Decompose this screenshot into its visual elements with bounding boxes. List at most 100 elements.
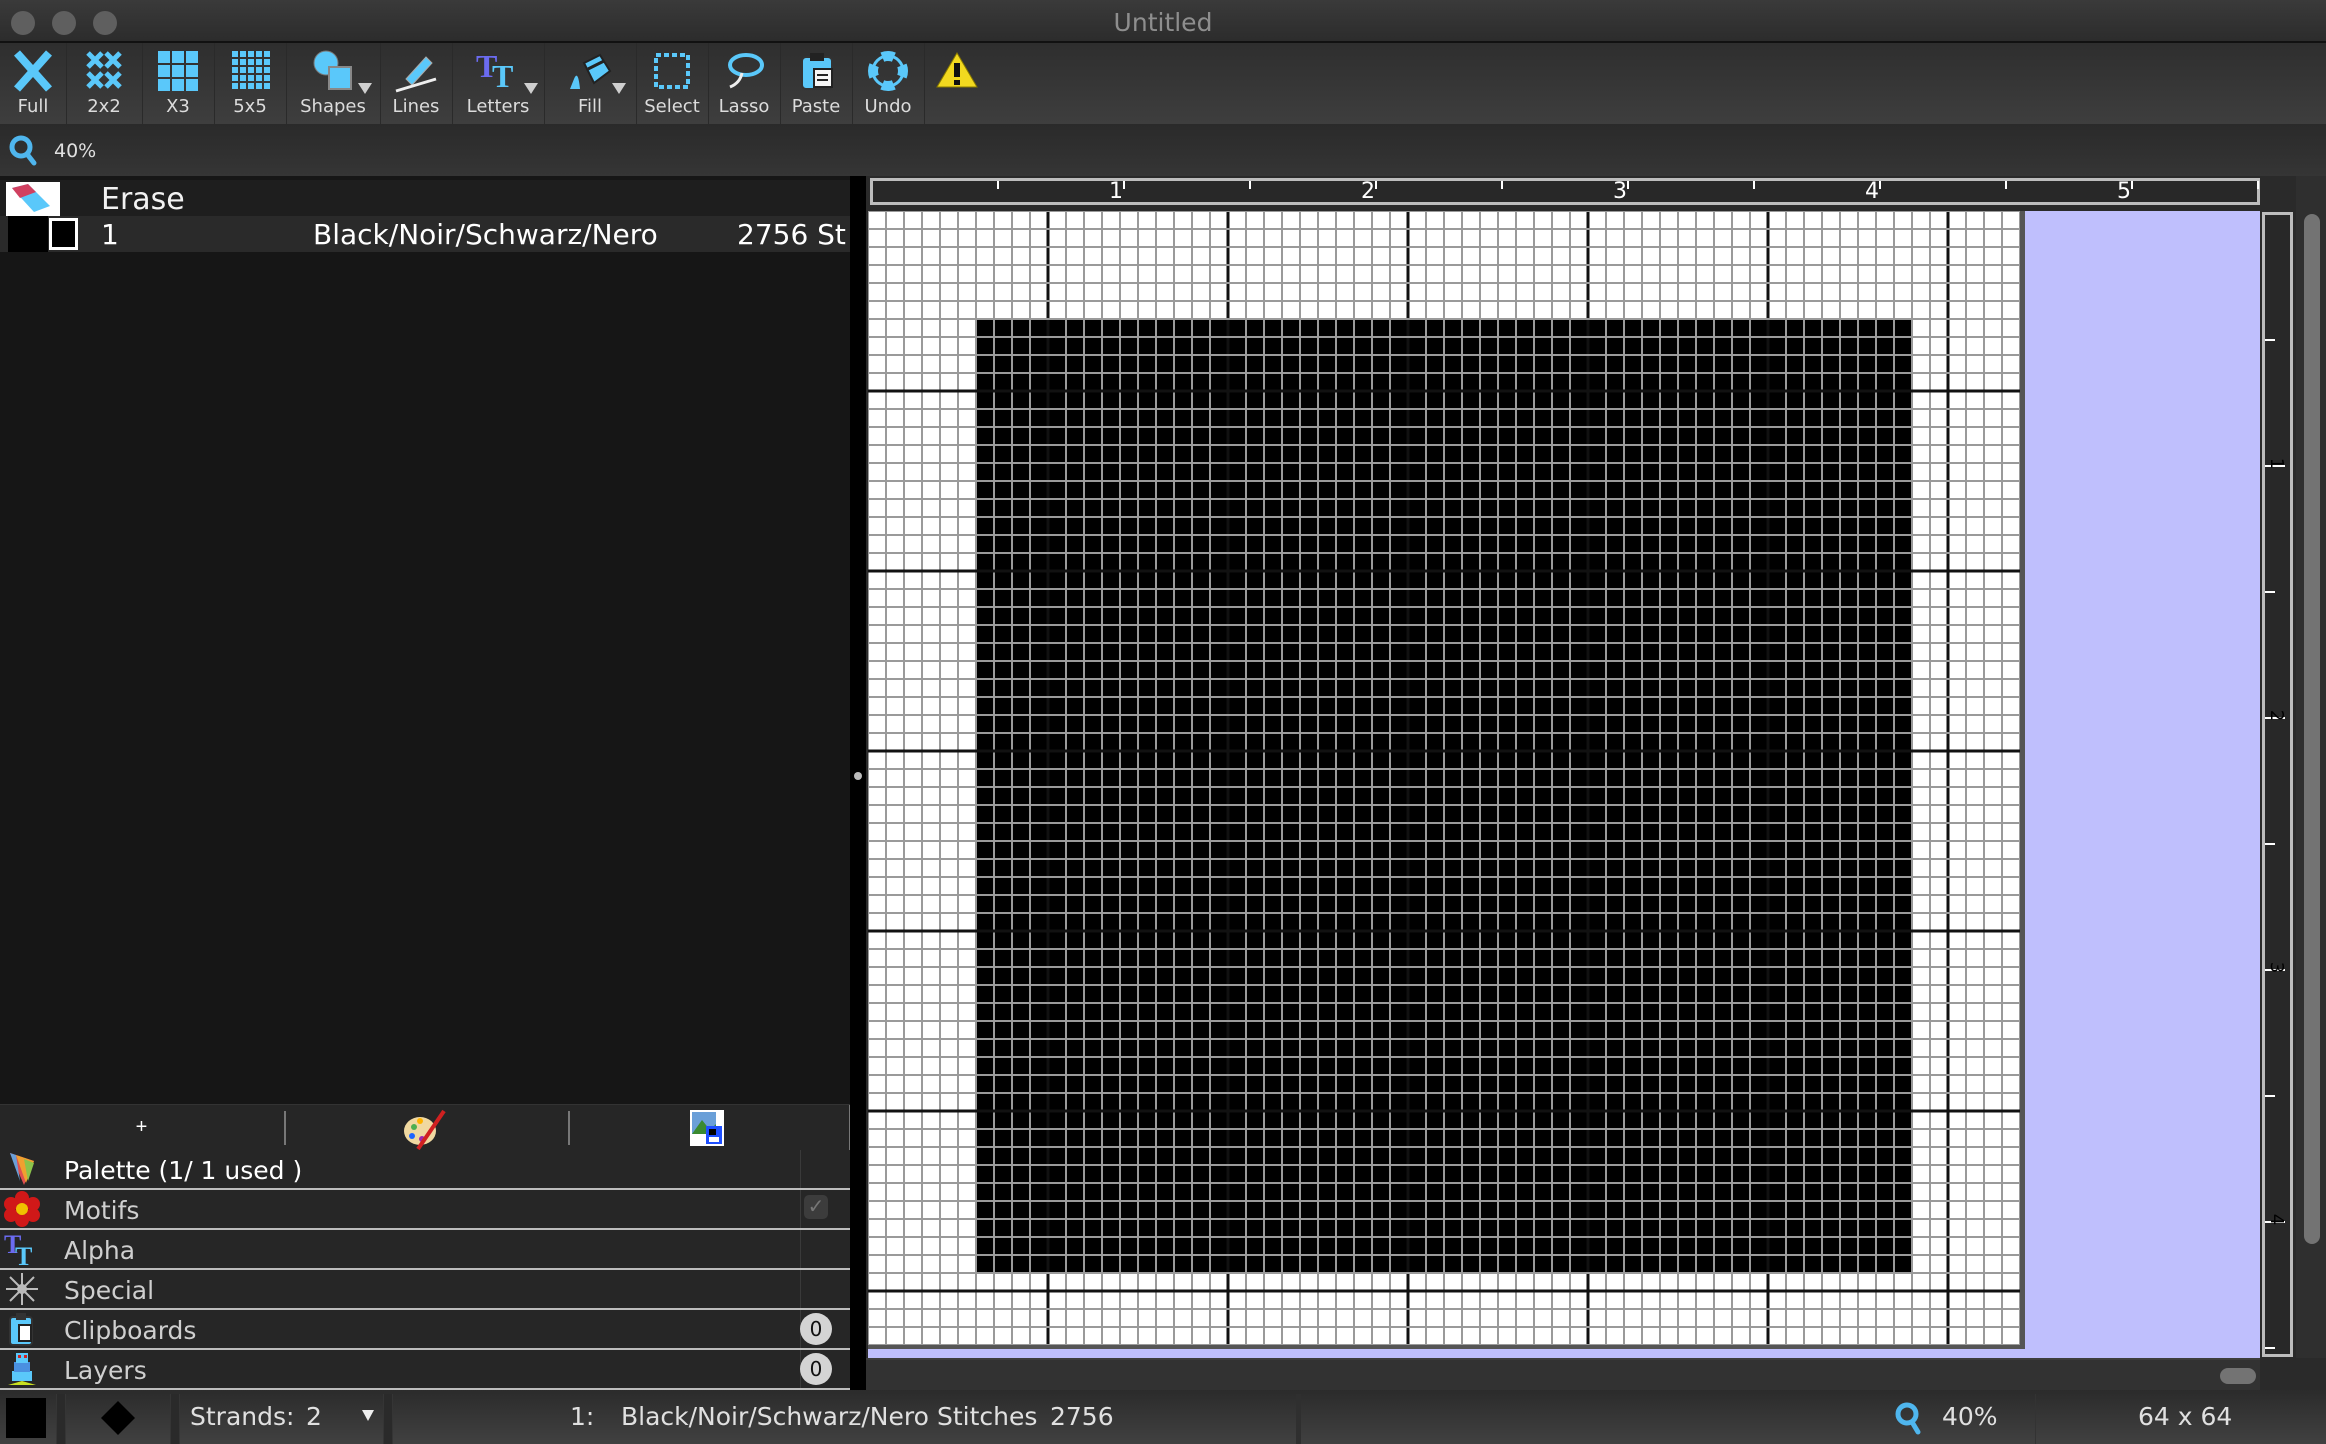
current-color-swatch[interactable] [6, 1398, 46, 1438]
picture-import-icon [692, 1112, 722, 1144]
erase-row[interactable]: Erase [0, 180, 850, 217]
letters-icon: T T [474, 48, 522, 94]
divider [170, 1394, 180, 1444]
section-label: Special [64, 1276, 155, 1305]
ruler-tick [2265, 1347, 2275, 1349]
tool-letters[interactable]: T T Letters [452, 43, 545, 124]
status-zoom-icon[interactable] [1894, 1400, 1926, 1436]
5x5-grid-icon [226, 49, 274, 93]
divider [383, 1394, 393, 1444]
status-stitches-label: Stitches [937, 1402, 1038, 1431]
erase-label: Erase [101, 182, 185, 217]
status-bar: Strands: 2 1: Black/Noir/Schwarz/Nero St… [0, 1390, 2326, 1444]
thread-number: 1 [101, 218, 119, 251]
tool-undo[interactable]: Undo [852, 43, 925, 124]
tool-full[interactable]: Full [0, 43, 67, 124]
section-label: Alpha [64, 1236, 136, 1265]
tool-lasso[interactable]: Lasso [708, 43, 781, 124]
shapes-icon [309, 49, 357, 93]
count-badge: 0 [800, 1353, 832, 1385]
tool-5x5[interactable]: 5x5 [214, 43, 287, 124]
shapes-menu-caret-icon [358, 83, 372, 94]
section-special[interactable]: Special [0, 1270, 850, 1311]
alpha-letters-icon: TT [4, 1230, 40, 1272]
divider [800, 1190, 801, 1228]
image-import-button[interactable] [690, 1110, 724, 1146]
tool-x3[interactable]: X3 [142, 43, 215, 124]
strands-label: Strands: [190, 1402, 295, 1431]
section-palette[interactable]: Palette (1/ 1 used ) [0, 1150, 850, 1191]
special-star-icon [4, 1271, 40, 1312]
thread-name: Black/Noir/Schwarz/Nero [313, 218, 658, 251]
ruler-tick [2265, 339, 2275, 341]
grid-shadow [868, 1345, 2020, 1349]
fill-menu-caret-icon [612, 83, 626, 94]
section-motifs[interactable]: Motifs ✓ [0, 1190, 850, 1231]
vertical-scroll-thumb[interactable] [2304, 214, 2320, 1244]
horizontal-scrollbar[interactable] [866, 1358, 2260, 1392]
thread-panel: Erase 1 Black/Noir/Schwarz/Nero 2756 St … [0, 176, 851, 1391]
section-clipboards[interactable]: Clipboards 0 [0, 1310, 850, 1351]
marquee-select-icon [648, 49, 696, 93]
svg-text:T: T [492, 58, 513, 93]
strands-value[interactable]: 2 [306, 1402, 322, 1431]
strands-dropdown-caret-icon[interactable] [362, 1410, 374, 1421]
zoom-level[interactable]: 40% [54, 140, 96, 162]
splitter-handle[interactable] [854, 772, 862, 780]
tool-paste[interactable]: Paste [780, 43, 853, 124]
paint-palette-icon [404, 1109, 446, 1151]
vertical-ruler: 1 2 3 4 [2262, 212, 2293, 1357]
eraser-icon [6, 182, 60, 216]
tool-select[interactable]: Select [636, 43, 709, 124]
ruler-tick [2131, 181, 2133, 189]
ruler-tick [997, 181, 999, 189]
count-badge: 0 [800, 1313, 832, 1345]
motifs-checkbox[interactable]: ✓ [804, 1195, 828, 1219]
clipboard-paste-icon [792, 49, 840, 93]
palette-editor-button[interactable] [400, 1109, 450, 1156]
ruler-tick [1627, 181, 1629, 189]
ruler-tick [2265, 1095, 2275, 1097]
tool-fill[interactable]: Fill [544, 43, 637, 124]
divider [800, 1270, 801, 1308]
tool-2x2[interactable]: 2x2 [66, 43, 143, 124]
stitch-type-diamond-icon[interactable] [100, 1400, 136, 1436]
stitch-grid[interactable] [868, 211, 2020, 1345]
lasso-icon [720, 49, 768, 93]
ruler-label: 4 [1865, 179, 1879, 204]
ruler-label: 3 [2266, 961, 2288, 974]
thread-stitch-count: 2756 St [737, 218, 846, 251]
vertical-scrollbar[interactable] [2296, 176, 2326, 1358]
divider [568, 1111, 570, 1145]
section-layers[interactable]: Layers 0 [0, 1350, 850, 1391]
ruler-tick [2265, 843, 2275, 845]
horizontal-ruler: 1 2 3 4 5 [870, 178, 2260, 205]
zoom-magnifier-icon[interactable] [8, 134, 38, 166]
grid-shadow [2020, 211, 2025, 1349]
divider [800, 1150, 801, 1188]
letters-menu-caret-icon [524, 83, 538, 94]
divider [1296, 1394, 1301, 1444]
section-label: Palette (1/ 1 used ) [64, 1156, 303, 1185]
thread-color-swatch [8, 216, 48, 252]
clipboards-icon [4, 1311, 40, 1352]
2x2-stitch-icon [80, 49, 128, 93]
x3-grid-icon [154, 49, 202, 93]
ruler-label: 1 [1109, 179, 1123, 204]
thread-row[interactable]: 1 Black/Noir/Schwarz/Nero 2756 St [0, 216, 850, 252]
status-zoom-level: 40% [1942, 1402, 1998, 1431]
tool-lines[interactable]: Lines [380, 43, 453, 124]
horizontal-scroll-thumb[interactable] [2220, 1368, 2256, 1384]
panel-splitter[interactable] [850, 176, 866, 1390]
ruler-tick [1501, 181, 1503, 189]
ruler-tick [1123, 181, 1125, 189]
tool-warning[interactable] [924, 43, 990, 124]
ruler-label: 4 [2266, 1213, 2288, 1226]
zoom-bar: 40% [0, 124, 2326, 176]
panel-button-bar: + [0, 1104, 851, 1151]
tool-shapes[interactable]: Shapes [286, 43, 381, 124]
add-thread-button[interactable]: + [0, 1105, 283, 1151]
divider [284, 1111, 286, 1145]
section-alpha[interactable]: T T Alpha [0, 1230, 850, 1271]
section-label: Motifs [64, 1196, 140, 1225]
